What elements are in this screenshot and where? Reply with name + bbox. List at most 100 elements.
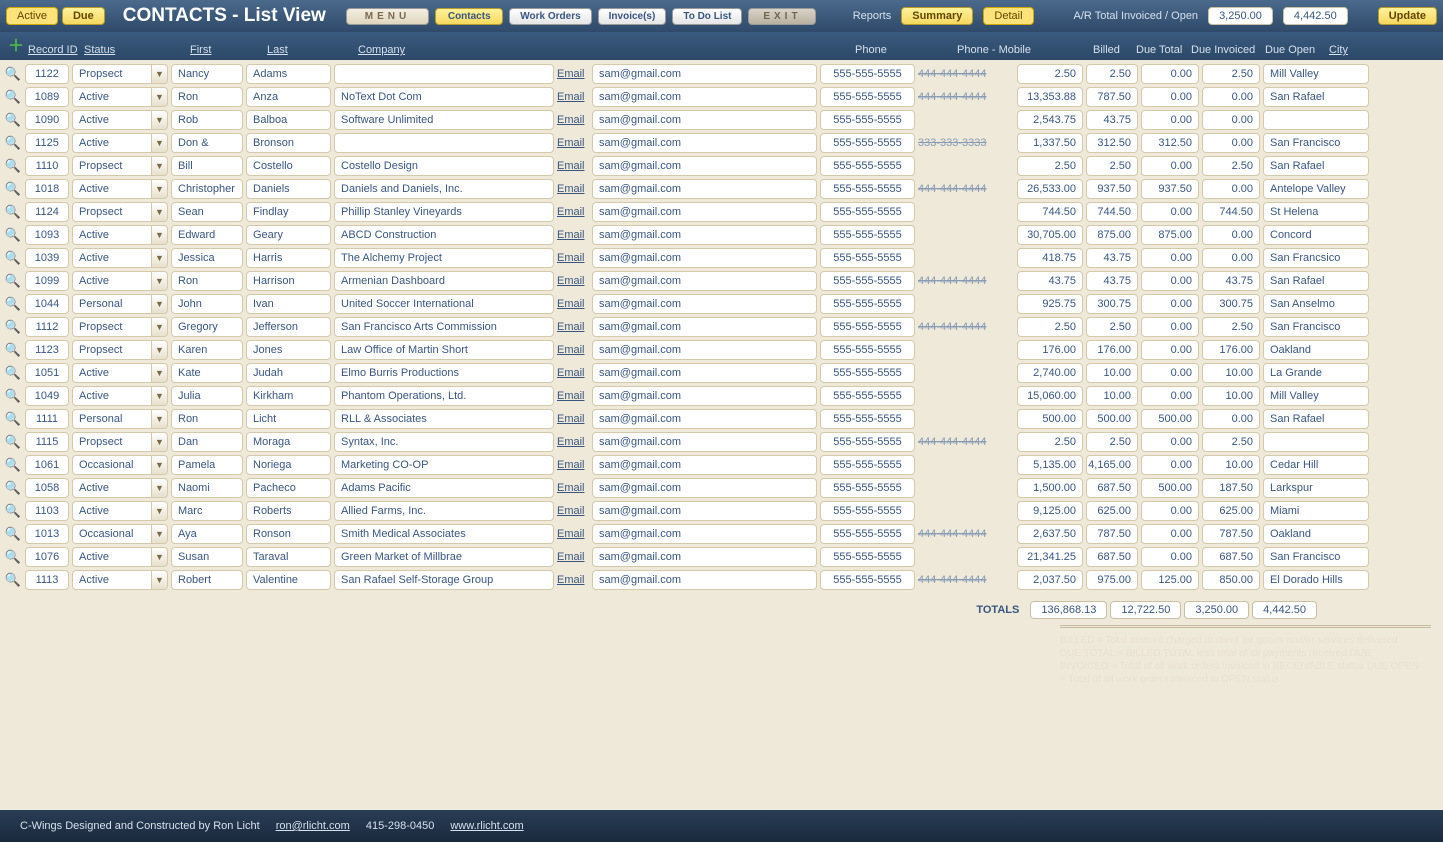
header-last[interactable]: Last: [267, 44, 288, 56]
status-select[interactable]: Active: [72, 133, 152, 153]
status-select[interactable]: Propsect: [72, 64, 152, 84]
magnify-icon[interactable]: 🔍: [4, 319, 22, 335]
email-link[interactable]: Email: [557, 344, 589, 356]
last-name[interactable]: Harris: [246, 248, 331, 268]
company[interactable]: Phillip Stanley Vineyards: [334, 202, 554, 222]
status-select[interactable]: Occasional: [72, 455, 152, 475]
magnify-icon[interactable]: 🔍: [4, 89, 22, 105]
record-id[interactable]: 1039: [25, 248, 69, 268]
phone[interactable]: 555-555-5555: [820, 87, 915, 107]
first-name[interactable]: Karen: [171, 340, 243, 360]
city[interactable]: Oakland: [1263, 524, 1369, 544]
status-select[interactable]: Propsect: [72, 202, 152, 222]
company[interactable]: Syntax, Inc.: [334, 432, 554, 452]
summary-button[interactable]: Summary: [901, 7, 973, 25]
first-name[interactable]: Susan: [171, 547, 243, 567]
status-select[interactable]: Propsect: [72, 156, 152, 176]
company[interactable]: Smith Medical Associates: [334, 524, 554, 544]
magnify-icon[interactable]: 🔍: [4, 181, 22, 197]
header-status[interactable]: Status: [84, 44, 115, 56]
magnify-icon[interactable]: 🔍: [4, 66, 22, 82]
email-value[interactable]: sam@gmail.com: [592, 271, 817, 291]
first-name[interactable]: Ron: [171, 87, 243, 107]
chevron-down-icon[interactable]: ▼: [152, 432, 168, 452]
last-name[interactable]: Licht: [246, 409, 331, 429]
header-first[interactable]: First: [190, 44, 211, 56]
city[interactable]: Oakland: [1263, 340, 1369, 360]
chevron-down-icon[interactable]: ▼: [152, 570, 168, 590]
first-name[interactable]: Dan: [171, 432, 243, 452]
city[interactable]: Larkspur: [1263, 478, 1369, 498]
last-name[interactable]: Judah: [246, 363, 331, 383]
chevron-down-icon[interactable]: ▼: [152, 340, 168, 360]
email-link[interactable]: Email: [557, 413, 589, 425]
email-value[interactable]: sam@gmail.com: [592, 340, 817, 360]
status-select[interactable]: Active: [72, 478, 152, 498]
last-name[interactable]: Bronson: [246, 133, 331, 153]
magnify-icon[interactable]: 🔍: [4, 549, 22, 565]
record-id[interactable]: 1049: [25, 386, 69, 406]
status-select[interactable]: Active: [72, 386, 152, 406]
status-select[interactable]: Active: [72, 363, 152, 383]
phone[interactable]: 555-555-5555: [820, 110, 915, 130]
company[interactable]: Armenian Dashboard: [334, 271, 554, 291]
company[interactable]: Daniels and Daniels, Inc.: [334, 179, 554, 199]
company[interactable]: RLL & Associates: [334, 409, 554, 429]
phone[interactable]: 555-555-5555: [820, 202, 915, 222]
last-name[interactable]: Jefferson: [246, 317, 331, 337]
magnify-icon[interactable]: 🔍: [4, 457, 22, 473]
email-link[interactable]: Email: [557, 275, 589, 287]
add-record-icon[interactable]: ＋: [8, 32, 24, 56]
exit-button[interactable]: EXIT: [748, 8, 816, 25]
phone[interactable]: 555-555-5555: [820, 409, 915, 429]
first-name[interactable]: Rob: [171, 110, 243, 130]
email-value[interactable]: sam@gmail.com: [592, 64, 817, 84]
footer-email-link[interactable]: ron@rlicht.com: [276, 820, 350, 832]
email-value[interactable]: sam@gmail.com: [592, 87, 817, 107]
email-link[interactable]: Email: [557, 367, 589, 379]
chevron-down-icon[interactable]: ▼: [152, 547, 168, 567]
email-value[interactable]: sam@gmail.com: [592, 524, 817, 544]
magnify-icon[interactable]: 🔍: [4, 480, 22, 496]
phone[interactable]: 555-555-5555: [820, 455, 915, 475]
chevron-down-icon[interactable]: ▼: [152, 225, 168, 245]
company[interactable]: Software Unlimited: [334, 110, 554, 130]
magnify-icon[interactable]: 🔍: [4, 112, 22, 128]
todo-nav-button[interactable]: To Do List: [672, 8, 742, 25]
first-name[interactable]: Naomi: [171, 478, 243, 498]
record-id[interactable]: 1112: [25, 317, 69, 337]
email-link[interactable]: Email: [557, 459, 589, 471]
first-name[interactable]: Aya: [171, 524, 243, 544]
first-name[interactable]: Christopher: [171, 179, 243, 199]
company[interactable]: San Francisco Arts Commission: [334, 317, 554, 337]
email-value[interactable]: sam@gmail.com: [592, 248, 817, 268]
company[interactable]: [334, 64, 554, 84]
chevron-down-icon[interactable]: ▼: [152, 317, 168, 337]
last-name[interactable]: Ivan: [246, 294, 331, 314]
last-name[interactable]: Balboa: [246, 110, 331, 130]
first-name[interactable]: Nancy: [171, 64, 243, 84]
status-select[interactable]: Propsect: [72, 340, 152, 360]
phone[interactable]: 555-555-5555: [820, 294, 915, 314]
phone[interactable]: 555-555-5555: [820, 317, 915, 337]
record-id[interactable]: 1099: [25, 271, 69, 291]
chevron-down-icon[interactable]: ▼: [152, 409, 168, 429]
first-name[interactable]: Marc: [171, 501, 243, 521]
email-value[interactable]: sam@gmail.com: [592, 202, 817, 222]
last-name[interactable]: Ronson: [246, 524, 331, 544]
email-value[interactable]: sam@gmail.com: [592, 547, 817, 567]
city[interactable]: Antelope Valley: [1263, 179, 1369, 199]
magnify-icon[interactable]: 🔍: [4, 342, 22, 358]
status-select[interactable]: Active: [72, 179, 152, 199]
first-name[interactable]: Ron: [171, 409, 243, 429]
email-link[interactable]: Email: [557, 390, 589, 402]
last-name[interactable]: Taraval: [246, 547, 331, 567]
phone[interactable]: 555-555-5555: [820, 386, 915, 406]
email-link[interactable]: Email: [557, 574, 589, 586]
company[interactable]: The Alchemy Project: [334, 248, 554, 268]
status-select[interactable]: Active: [72, 501, 152, 521]
chevron-down-icon[interactable]: ▼: [152, 501, 168, 521]
company[interactable]: Allied Farms, Inc.: [334, 501, 554, 521]
phone[interactable]: 555-555-5555: [820, 271, 915, 291]
invoices-nav-button[interactable]: Invoice(s): [598, 8, 667, 25]
